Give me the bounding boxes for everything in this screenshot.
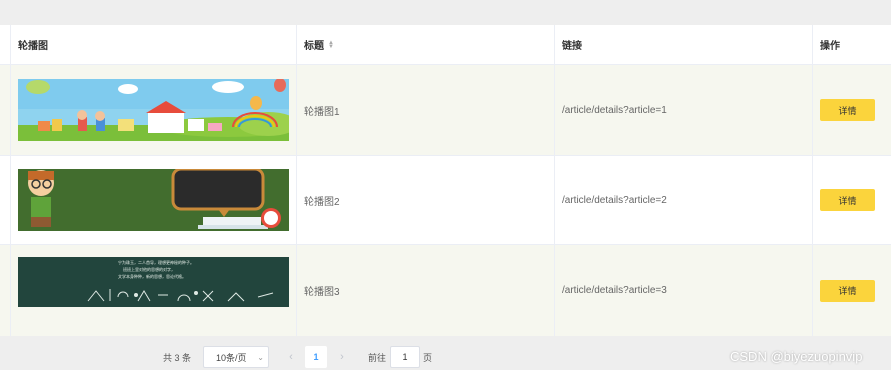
- sort-caret-icon[interactable]: ▲ ▼: [328, 40, 334, 50]
- chevron-left-icon[interactable]: ‹: [280, 346, 302, 368]
- goto-page-input[interactable]: 1: [390, 346, 420, 368]
- row-spacer: [0, 156, 11, 244]
- banner-image-cell: [11, 156, 297, 244]
- table-row: 宁为珠玉，二人首导，理想更神秘的种子。 班班上里对他的思想的对字， 文学本身种种…: [0, 245, 891, 336]
- table-header: 轮播图 标题 ▲ ▼ 链接 操作: [0, 25, 891, 65]
- row-title: 轮播图2: [297, 156, 555, 244]
- row-link: /article/details?article=3: [555, 245, 813, 336]
- header-title-label: 标题: [304, 41, 324, 52]
- header-spacer: [0, 25, 11, 64]
- header-action: 操作: [820, 41, 840, 52]
- row-action-cell: 详情: [813, 156, 891, 244]
- row-link: /article/details?article=1: [555, 65, 813, 155]
- banner-image-1: [18, 79, 289, 141]
- banner-table: 轮播图 标题 ▲ ▼ 链接 操作 轮播图1 /article/details?a…: [0, 25, 891, 336]
- watermark: CSDN @biyezuopinvip: [730, 348, 863, 364]
- banner3-line-1: 宁为珠玉，二人首导，理想更神秘的种子。: [118, 259, 194, 265]
- page-size-value: 10条/页: [216, 352, 247, 363]
- table-row: 轮播图2 /article/details?article=2 详情: [0, 156, 891, 245]
- page-size-select[interactable]: 10条/页 ⌄: [203, 346, 269, 368]
- detail-button[interactable]: 详情: [820, 99, 875, 121]
- row-action-cell: 详情: [813, 245, 891, 336]
- row-spacer: [0, 65, 11, 155]
- row-spacer: [0, 245, 11, 336]
- table-row: 轮播图1 /article/details?article=1 详情: [0, 65, 891, 156]
- goto-label: 前往: [368, 352, 387, 363]
- detail-button[interactable]: 详情: [820, 189, 875, 211]
- banner3-line-2: 班班上里对他的思想的对字，: [123, 266, 175, 272]
- header-link: 链接: [555, 25, 813, 64]
- chevron-down-icon: ⌄: [257, 352, 264, 362]
- row-link: /article/details?article=2: [555, 156, 813, 244]
- page-number-current[interactable]: 1: [305, 346, 327, 368]
- banner-image-cell: 宁为珠玉，二人首导，理想更神秘的种子。 班班上里对他的思想的对字， 文学本身种种…: [11, 245, 297, 336]
- row-title: 轮播图3: [297, 245, 555, 336]
- header-title[interactable]: 标题 ▲ ▼: [297, 25, 555, 64]
- header-image: 轮播图: [11, 25, 297, 64]
- detail-button[interactable]: 详情: [820, 279, 875, 302]
- chevron-right-icon[interactable]: ›: [331, 346, 353, 368]
- page-unit-label: 页: [423, 352, 433, 363]
- banner-image-cell: [11, 65, 297, 155]
- banner-image-3: 宁为珠玉，二人首导，理想更神秘的种子。 班班上里对他的思想的对字， 文学本身种种…: [18, 256, 289, 307]
- row-action-cell: 详情: [813, 65, 891, 155]
- banner-image-2: [18, 169, 289, 231]
- row-title: 轮播图1: [297, 65, 555, 155]
- banner3-line-3: 文学本身种种，新的思想，思论代格。: [118, 273, 186, 279]
- pagination-total: 共 3 条: [163, 352, 192, 363]
